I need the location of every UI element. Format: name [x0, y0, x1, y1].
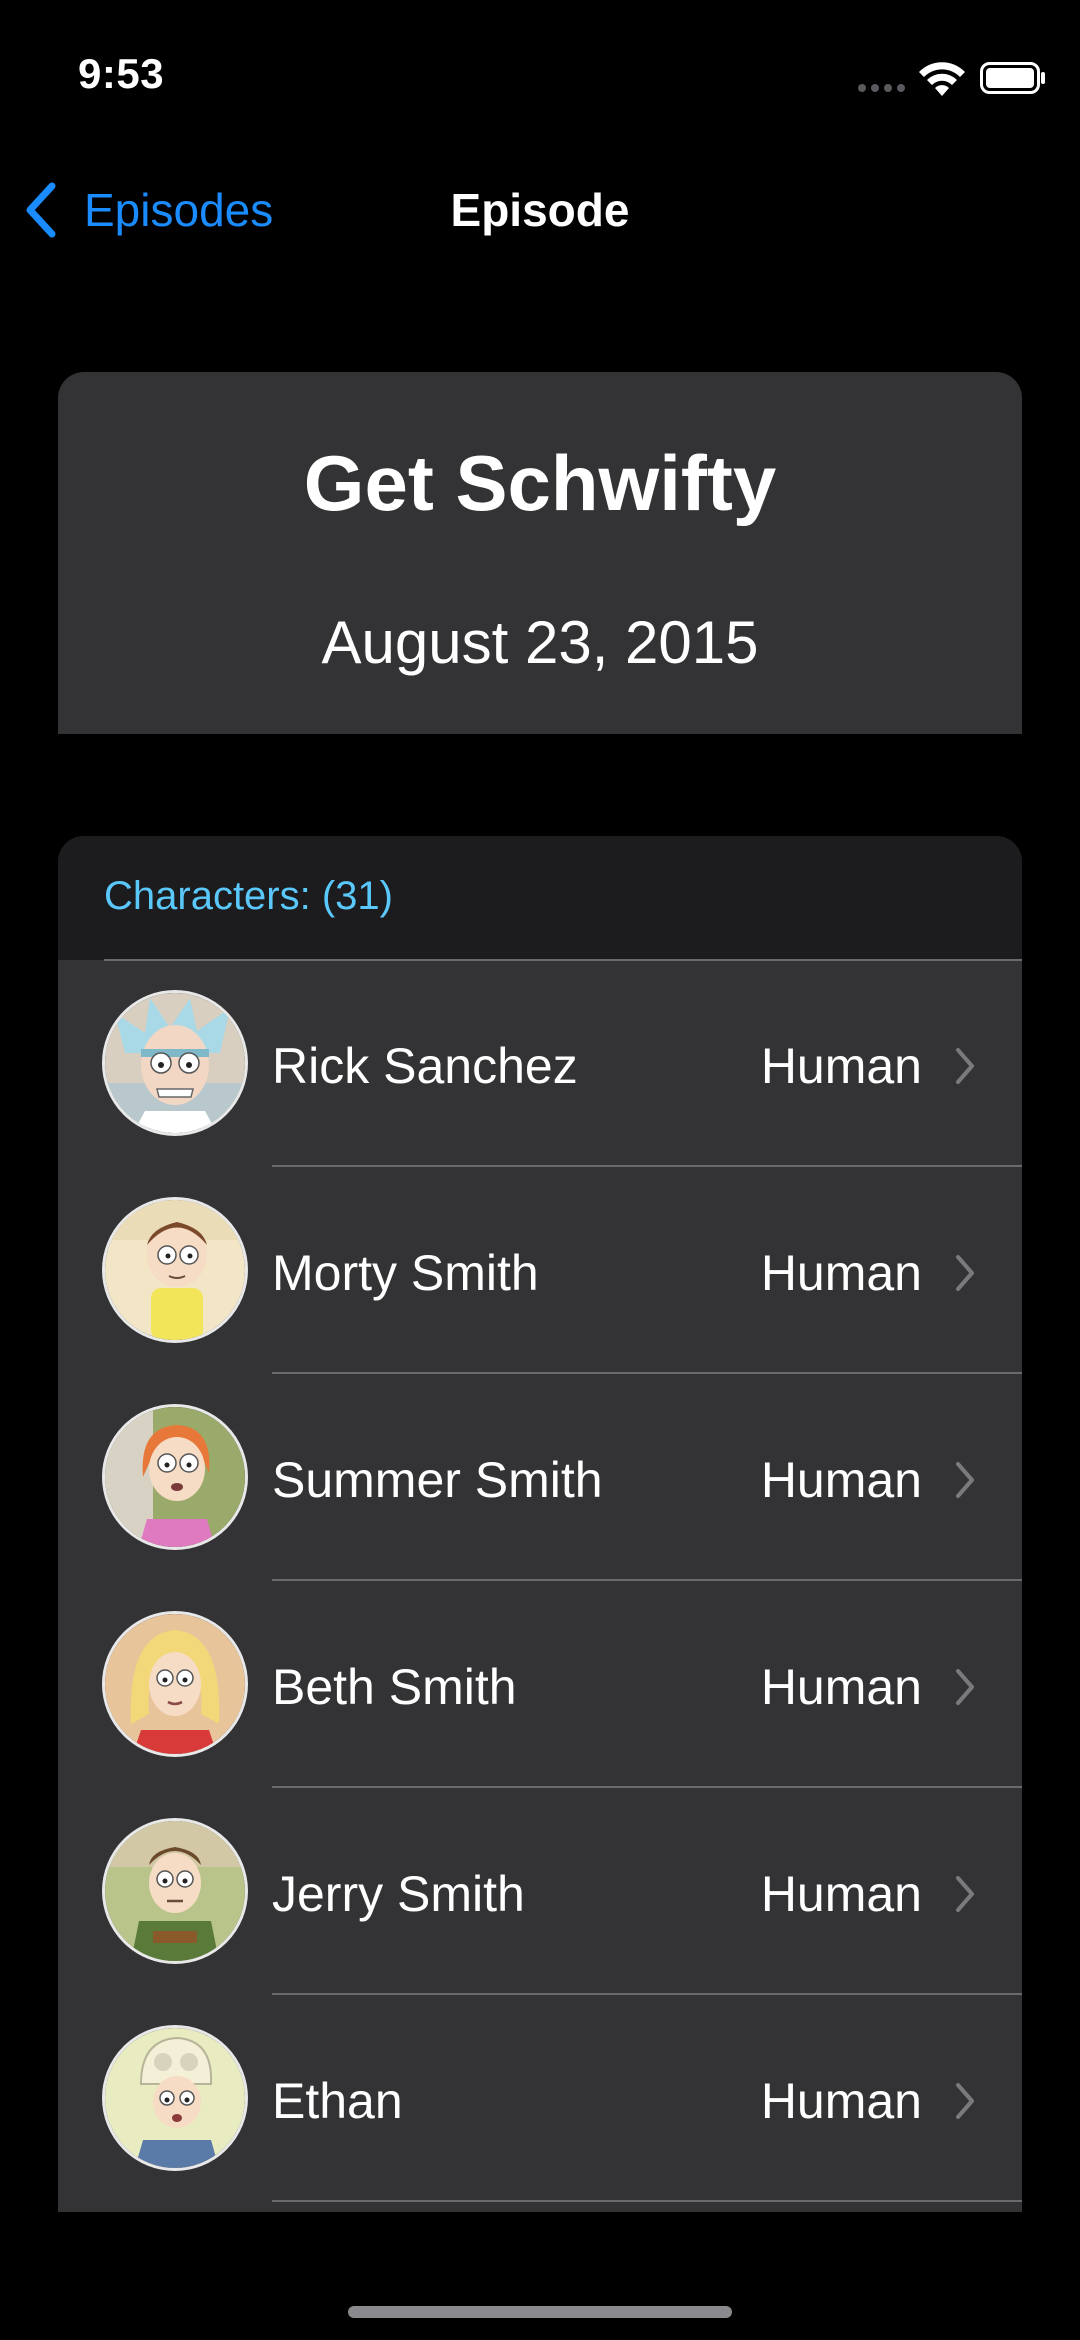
jerry-avatar — [102, 1818, 248, 1964]
character-name: Jerry Smith — [272, 1866, 525, 1922]
character-row[interactable]: Jerry Smith Human — [58, 1788, 1022, 1995]
character-name: Rick Sanchez — [272, 1038, 578, 1094]
chevron-right-icon — [956, 1669, 974, 1705]
character-row[interactable]: Beth Smith Human — [58, 1581, 1022, 1788]
page-title: Episode — [450, 184, 630, 236]
character-name: Beth Smith — [272, 1659, 517, 1715]
character-name: Morty Smith — [272, 1245, 539, 1301]
battery-icon — [980, 62, 1045, 94]
character-name: Ethan — [272, 2073, 403, 2129]
wifi-icon — [919, 62, 965, 96]
divider — [272, 2200, 1022, 2202]
episode-info-card: Get Schwifty August 23, 2015 — [58, 372, 1022, 734]
character-species: Human — [760, 1659, 922, 1715]
chevron-right-icon — [956, 1048, 974, 1084]
characters-count-label: Characters: (31) — [104, 874, 393, 918]
status-time: 9:53 — [78, 50, 165, 97]
episode-title: Get Schwifty — [303, 439, 777, 527]
screen: 9:53 Episodes Episode Get Schwifty Augus… — [0, 0, 1080, 2340]
characters-list: Characters: (31) Rick Sanchez Human Mort… — [58, 836, 1022, 2212]
rick-avatar — [102, 990, 248, 1136]
chevron-right-icon — [956, 1462, 974, 1498]
characters-section-header: Characters: (31) — [58, 836, 1022, 961]
navigation-bar: Episodes Episode — [0, 160, 1080, 260]
character-row[interactable]: Morty Smith Human — [58, 1167, 1022, 1374]
episode-air-date: August 23, 2015 — [321, 609, 759, 676]
chevron-right-icon — [956, 2083, 974, 2119]
character-species: Human — [760, 1866, 922, 1922]
character-name: Summer Smith — [272, 1452, 603, 1508]
ethan-avatar — [102, 2025, 248, 2171]
beth-avatar — [102, 1611, 248, 1757]
character-species: Human — [760, 2073, 922, 2129]
chevron-right-icon — [956, 1876, 974, 1912]
morty-avatar — [102, 1197, 248, 1343]
character-row[interactable]: Rick Sanchez Human — [58, 960, 1022, 1167]
chevron-right-icon — [956, 1255, 974, 1291]
character-species: Human — [760, 1452, 922, 1508]
status-bar: 9:53 — [0, 0, 1080, 150]
character-row[interactable]: Summer Smith Human — [58, 1374, 1022, 1581]
home-indicator[interactable] — [348, 2306, 732, 2318]
character-species: Human — [760, 1245, 922, 1301]
summer-avatar — [102, 1404, 248, 1550]
cellular-signal-icon — [858, 84, 908, 94]
character-row[interactable]: Ethan Human — [58, 1995, 1022, 2202]
character-species: Human — [760, 1038, 922, 1094]
